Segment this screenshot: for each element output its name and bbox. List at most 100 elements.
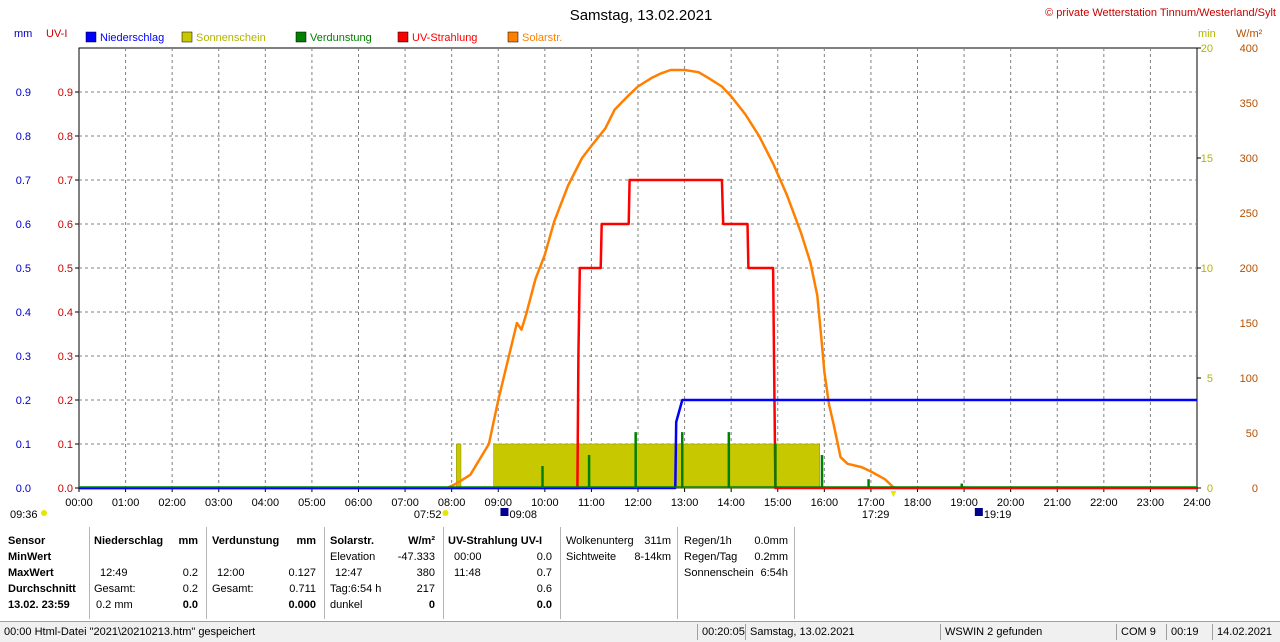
x-tick-label: 11:00 (578, 497, 605, 509)
y-tick-label-uv: 0.4 (58, 307, 73, 319)
solar-elevation-value: -47.333 (397, 551, 435, 563)
uv-average-value: 0.6 (536, 583, 552, 595)
legend-swatch (397, 31, 409, 43)
rain-hour-label: Regen/1h (684, 535, 732, 547)
verdunstung-title: Verdunstung (212, 535, 280, 547)
sunrise-icon (442, 510, 449, 516)
y-tick-label-wm2: 400 (1240, 43, 1258, 55)
status-wswin: WSWIN 2 gefunden (940, 624, 1116, 640)
cloudbase-value: 311m (644, 535, 671, 547)
status-clock: 00:19 (1166, 624, 1212, 640)
verdunstung-max-value: 0.127 (288, 567, 316, 579)
y-tick-label-uv: 0.1 (58, 439, 73, 451)
y-tick-label-mm: 0.1 (16, 439, 31, 451)
rain-day-value: 0.2mm (754, 551, 788, 563)
x-tick-label: 19:00 (950, 497, 978, 509)
y-tick-label-wm2: 250 (1240, 208, 1258, 220)
sunset-label: 17:29 (862, 509, 890, 521)
chart-grid (78, 47, 1198, 489)
moonset-icon (974, 508, 983, 516)
left-unit-uv: UV-I (46, 28, 67, 40)
minwert-label: MinWert (8, 551, 52, 563)
x-tick-label: 12:00 (624, 497, 652, 509)
y-tick-label-uv: 0.7 (58, 175, 73, 187)
solar-max-time: 12:47 (335, 567, 363, 579)
y-tick-label-mm: 0.8 (16, 131, 31, 143)
x-tick-label: 07:00 (391, 497, 419, 509)
current-datetime-label: 13.02. 23:59 (8, 599, 70, 611)
y-tick-label-mm: 0.6 (16, 219, 31, 231)
verdunstung-total-label: Gesamt: (212, 583, 254, 595)
y-tick-label-uv: 0.3 (58, 351, 73, 363)
x-tick-label: 13:00 (671, 497, 699, 509)
y-tick-label-mm: 0.4 (16, 307, 31, 319)
x-tick-label: 00:00 (65, 497, 93, 509)
cloud-visibility-column: Wolkenunterg 311m Sichtweite 8-14km (561, 527, 678, 619)
verdunstung-total-value: 0.711 (289, 583, 316, 595)
y-tick-label-min: 15 (1201, 153, 1213, 165)
sunshine-label: Sonnenschein (684, 567, 754, 579)
left-time-label: 09:36 (10, 509, 38, 521)
sunset-icon (890, 491, 897, 497)
x-tick-label: 18:00 (904, 497, 932, 509)
visibility-label: Sichtweite (566, 551, 617, 563)
sun-icon (41, 510, 47, 516)
solar-title: Solarstr. (330, 535, 375, 547)
y-tick-label-uv: 0.0 (58, 483, 73, 495)
y-tick-label-uv: 0.6 (58, 219, 73, 231)
y-tick-label-mm: 0.5 (16, 263, 31, 275)
x-tick-label: 10:00 (531, 497, 559, 509)
weather-chart: Samstag, 13.02.2021 © private Wetterstat… (10, 7, 1276, 521)
y-tick-label-mm: 0.2 (16, 395, 31, 407)
legend-swatch (295, 31, 307, 43)
x-tick-label: 04:00 (252, 497, 280, 509)
niederschlag-unit: mm (178, 535, 198, 547)
cloudbase-label: Wolkenunterg (566, 535, 634, 547)
y-tick-label-mm: 0.0 (16, 483, 31, 495)
y-tick-label-wm2: 50 (1246, 428, 1258, 440)
legend-swatch (507, 31, 519, 43)
verdunstung-column: Verdunstung mm 12:00 0.127 Gesamt: 0.711 0.… (207, 527, 325, 619)
left-unit-mm: mm (14, 28, 32, 40)
legend-label: Sonnenschein (196, 32, 266, 44)
x-tick-label: 23:00 (1137, 497, 1165, 509)
sensor-title: Sensor (8, 535, 46, 547)
status-com-port: COM 9 (1116, 624, 1166, 640)
niederschlag-current-value: 0.0 (182, 599, 198, 611)
y-tick-label-wm2: 200 (1240, 263, 1258, 275)
x-tick-label: 17:00 (857, 497, 885, 509)
y-tick-label-wm2: 100 (1240, 373, 1258, 385)
x-tick-label: 08:00 (438, 497, 466, 509)
chart-title: Samstag, 13.02.2021 (570, 7, 713, 24)
uv-max-value: 0.7 (536, 567, 552, 579)
moonrise-label: 09:08 (509, 509, 537, 521)
verdunstung-max-time: 12:00 (217, 567, 245, 579)
niederschlag-max-time: 12:49 (100, 567, 128, 579)
solar-unit: W/m² (408, 535, 435, 547)
uv-current-value: 0.0 (536, 599, 552, 611)
right-unit-wm2: W/m² (1236, 28, 1263, 40)
solar-column: Solarstr. W/m² Elevation -47.333 12:47 380 … (325, 527, 444, 619)
sensor-column: Sensor MinWert MaxWert Durchschnitt 13.0… (0, 527, 90, 619)
moonset-label: 19:19 (984, 509, 1012, 521)
y-tick-label-mm: 0.7 (16, 175, 31, 187)
copyright-label: © private Wetterstation Tinnum/Westerlan… (1045, 7, 1276, 19)
uv-column: UV-Strahlung UV-I 00:00 0.0 11:48 0.7 0.6 … (444, 527, 561, 619)
x-tick-label: 15:00 (764, 497, 792, 509)
x-tick-label: 09:00 (484, 497, 512, 509)
y-tick-label-min: 20 (1201, 43, 1213, 55)
niederschlag-title: Niederschlag (94, 535, 164, 547)
y-tick-label-wm2: 150 (1240, 318, 1258, 330)
verdunstung-unit: mm (296, 535, 316, 547)
x-tick-label: 05:00 (298, 497, 326, 509)
status-date: Samstag, 13.02.2021 (745, 624, 940, 640)
legend-label: Niederschlag (100, 32, 164, 44)
sunshine-value: 6:54h (760, 567, 788, 579)
uv-max-time: 11:48 (454, 567, 481, 579)
durchschnitt-label: Durchschnitt (8, 583, 76, 595)
y-tick-label-min: 10 (1201, 263, 1213, 275)
niederschlag-current-label: 0.2 mm (96, 599, 133, 611)
solar-day-label: Tag:6:54 h (330, 583, 382, 595)
solar-current-label: dunkel (330, 599, 363, 611)
legend-label: Verdunstung (310, 32, 372, 44)
